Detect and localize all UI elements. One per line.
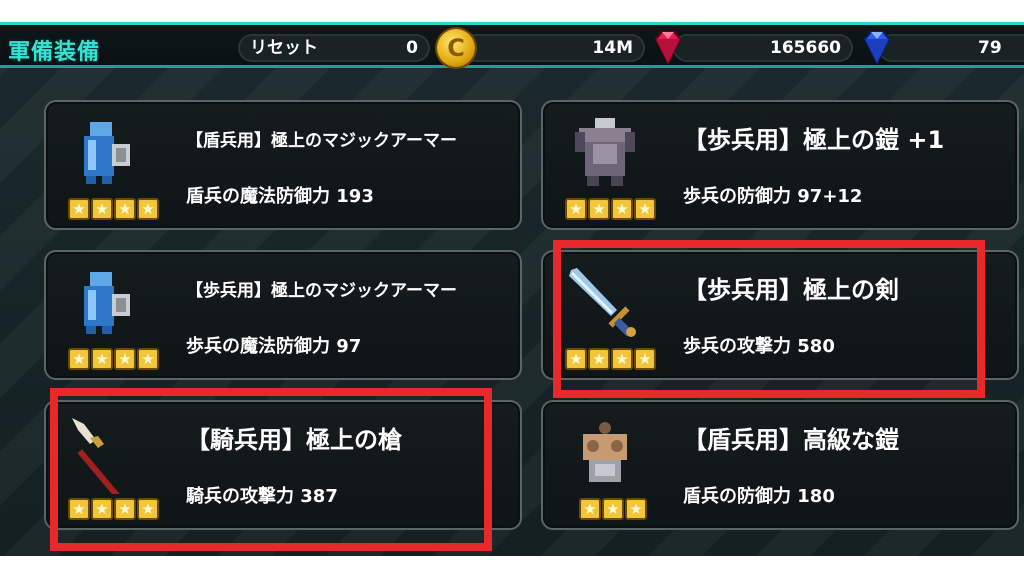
- reset-value: 0: [406, 38, 418, 58]
- blue-gem-counter: 79: [878, 34, 1024, 62]
- item-stat: 歩兵の攻撃力 580: [683, 336, 835, 357]
- star-icon: ★: [91, 198, 113, 220]
- bronze-armor-icon: [583, 422, 627, 482]
- equipment-card[interactable]: ★ ★ ★ ★ 【盾兵用】極上のマジックアーマー 盾兵の魔法防御力 193: [44, 100, 522, 230]
- star-icon: ★: [114, 348, 136, 370]
- sword-icon: [569, 268, 636, 337]
- reset-counter[interactable]: リセット 0: [238, 34, 430, 62]
- blue-gem-value: 79: [978, 38, 1002, 58]
- gold-coin-icon: C: [437, 29, 475, 67]
- rarity-stars: ★ ★ ★: [579, 498, 648, 522]
- reset-label: リセット: [250, 38, 318, 58]
- rarity-stars: ★ ★ ★ ★: [565, 348, 657, 372]
- star-icon: ★: [114, 198, 136, 220]
- spear-icon: [72, 418, 121, 494]
- star-icon: ★: [611, 348, 633, 370]
- gold-value: 14M: [592, 38, 633, 58]
- blue-magic-armor-icon: [84, 122, 130, 184]
- gray-armor-icon: [575, 118, 635, 186]
- star-icon: ★: [137, 348, 159, 370]
- rarity-stars: ★ ★ ★ ★: [68, 498, 160, 522]
- star-icon: ★: [91, 498, 113, 520]
- item-stat: 歩兵の防御力 97+12: [683, 186, 863, 207]
- star-icon: ★: [91, 348, 113, 370]
- equipment-card[interactable]: ★ ★ ★ ★ 【騎兵用】極上の槍 騎兵の攻撃力 387: [44, 400, 522, 530]
- star-icon: ★: [565, 348, 587, 370]
- star-icon: ★: [137, 198, 159, 220]
- item-name: 【歩兵用】極上の鎧 +1: [683, 126, 945, 154]
- item-name: 【盾兵用】高級な鎧: [683, 426, 899, 454]
- rarity-stars: ★ ★ ★ ★: [68, 198, 160, 222]
- star-icon: ★: [611, 198, 633, 220]
- blue-gem-icon: [863, 31, 891, 66]
- red-gem-counter: 165660: [673, 34, 853, 62]
- item-stat: 騎兵の攻撃力 387: [186, 486, 338, 507]
- equipment-card[interactable]: ★ ★ ★ ★ 【歩兵用】極上の剣 歩兵の攻撃力 580: [541, 250, 1019, 380]
- item-stat: 盾兵の魔法防御力 193: [186, 186, 374, 207]
- header-bar: 軍備装備 リセット 0 14M C 165660 79: [0, 22, 1024, 68]
- star-icon: ★: [68, 498, 90, 520]
- gold-counter: 14M: [460, 34, 645, 62]
- star-icon: ★: [565, 198, 587, 220]
- red-gem-value: 165660: [770, 38, 841, 58]
- star-icon: ★: [579, 498, 601, 520]
- star-icon: ★: [634, 348, 656, 370]
- screen-title: 軍備装備: [8, 40, 101, 65]
- star-icon: ★: [137, 498, 159, 520]
- star-icon: ★: [114, 498, 136, 520]
- rarity-stars: ★ ★ ★ ★: [565, 198, 657, 222]
- red-gem-icon: [654, 31, 682, 66]
- rarity-stars: ★ ★ ★ ★: [68, 348, 160, 372]
- star-icon: ★: [588, 198, 610, 220]
- equipment-card[interactable]: ★ ★ ★ ★ 【歩兵用】極上の鎧 +1 歩兵の防御力 97+12: [541, 100, 1019, 230]
- item-stat: 盾兵の防御力 180: [683, 486, 835, 507]
- item-name: 【歩兵用】極上の剣: [683, 276, 899, 304]
- item-name: 【盾兵用】極上のマジックアーマー: [186, 131, 457, 151]
- blue-magic-armor-icon: [84, 272, 130, 334]
- coin-symbol: C: [447, 34, 465, 62]
- item-name: 【騎兵用】極上の槍: [186, 426, 402, 454]
- star-icon: ★: [602, 498, 624, 520]
- star-icon: ★: [68, 348, 90, 370]
- equipment-screen: 軍備装備 リセット 0 14M C 165660 79 ★ ★ ★ ★ 【盾兵用…: [0, 22, 1024, 556]
- item-name: 【歩兵用】極上のマジックアーマー: [186, 281, 457, 301]
- equipment-card[interactable]: ★ ★ ★ ★ 【歩兵用】極上のマジックアーマー 歩兵の魔法防御力 97: [44, 250, 522, 380]
- star-icon: ★: [634, 198, 656, 220]
- star-icon: ★: [588, 348, 610, 370]
- star-icon: ★: [68, 198, 90, 220]
- star-icon: ★: [625, 498, 647, 520]
- item-stat: 歩兵の魔法防御力 97: [186, 336, 362, 357]
- equipment-card[interactable]: ★ ★ ★ 【盾兵用】高級な鎧 盾兵の防御力 180: [541, 400, 1019, 530]
